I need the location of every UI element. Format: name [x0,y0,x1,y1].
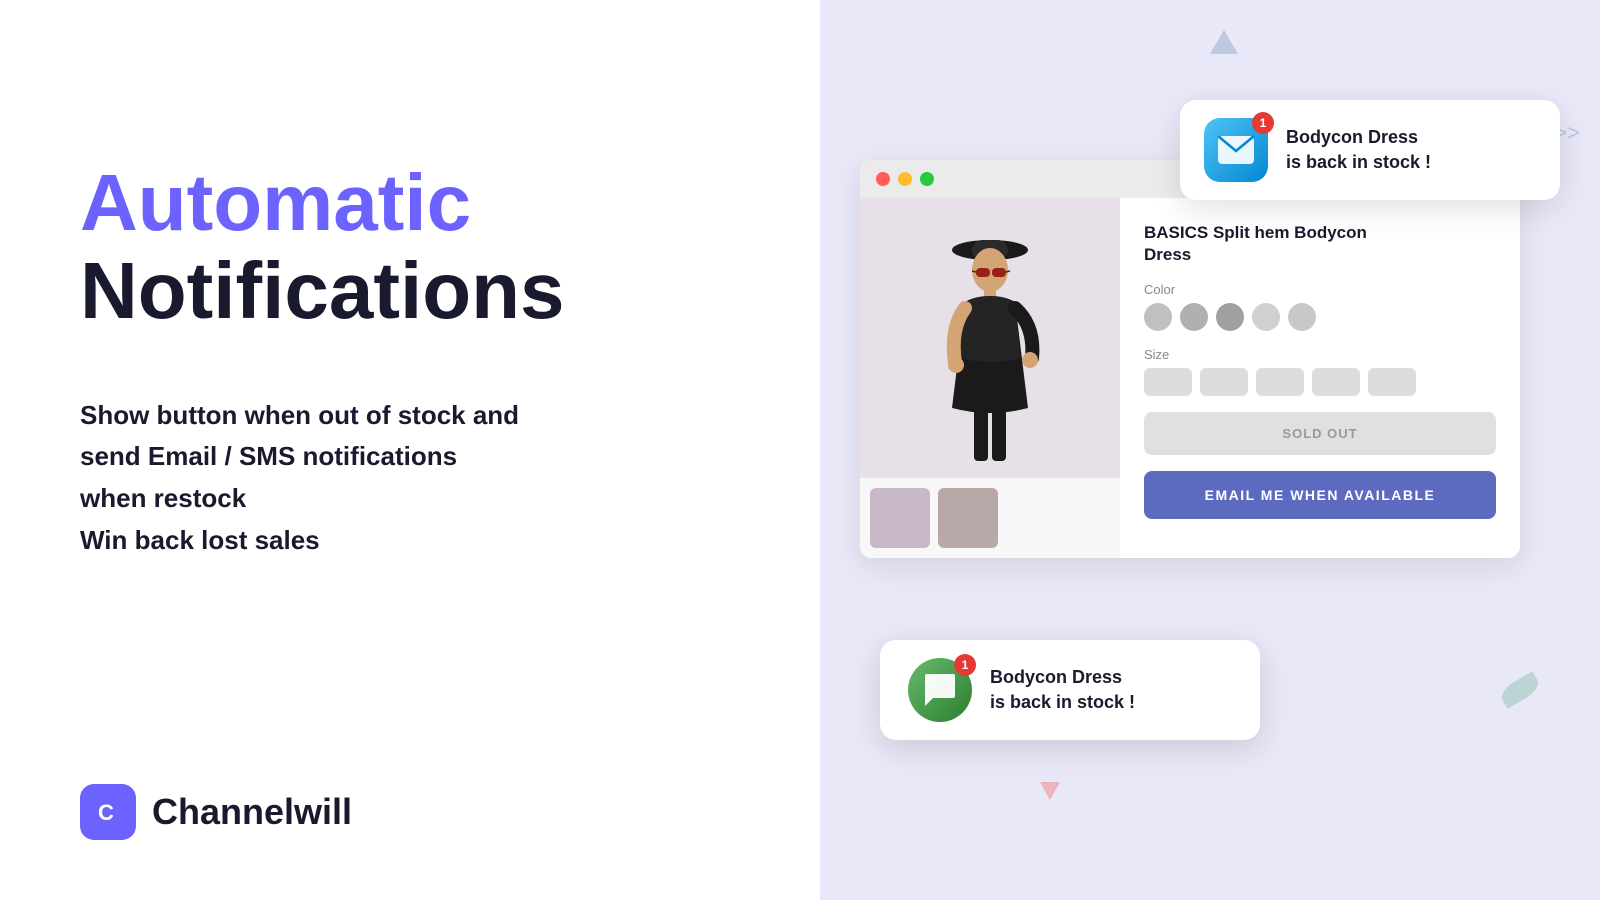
email-notification-card: 1 Bodycon Dress is back in stock ! [1180,100,1560,200]
size-xl[interactable] [1368,368,1416,396]
size-xs[interactable] [1144,368,1192,396]
deco-triangle-bottom [1040,782,1060,800]
swatch-5[interactable] [1288,303,1316,331]
browser-dot-yellow [898,172,912,186]
deco-leaf [1498,671,1543,708]
brand-icon: C [80,784,136,840]
right-panel: >> 1 Bodycon Dress is back in stock ! [820,0,1600,900]
sms-badge: 1 [954,654,976,676]
thumbnail-1[interactable] [870,488,930,548]
product-thumbnails [860,478,1120,558]
color-label: Color [1144,282,1496,297]
sms-icon [921,672,959,708]
product-title: BASICS Split hem Bodycon Dress [1144,222,1496,266]
description-block: Show button when out of stock and send E… [80,395,740,561]
channelwill-icon: C [90,794,126,830]
product-image-area [860,198,1120,558]
sold-out-button: SOLD OUT [1144,412,1496,455]
brand-logo: C Channelwill [80,784,352,840]
size-label: Size [1144,347,1496,362]
email-me-when-available-button[interactable]: EMAIL ME WHEN AVAILABLE [1144,471,1496,519]
email-icon [1217,135,1255,165]
product-details-area: BASICS Split hem Bodycon Dress Color Siz… [1120,198,1520,558]
browser-content: BASICS Split hem Bodycon Dress Color Siz… [860,198,1520,558]
product-main-image [860,198,1120,478]
swatch-1[interactable] [1144,303,1172,331]
browser-dot-red [876,172,890,186]
headline-notifications: Notifications [80,247,740,335]
brand-name-text: Channelwill [152,791,352,833]
svg-text:C: C [98,800,114,825]
sms-notification-card: 1 Bodycon Dress is back in stock ! [880,640,1260,740]
email-badge: 1 [1252,112,1274,134]
thumbnail-2[interactable] [938,488,998,548]
size-s[interactable] [1200,368,1248,396]
desc-line4: Win back lost sales [80,520,740,562]
color-section: Color [1144,282,1496,331]
size-l[interactable] [1312,368,1360,396]
swatch-2[interactable] [1180,303,1208,331]
browser-dot-green [920,172,934,186]
desc-line3: when restock [80,478,740,520]
size-section: Size [1144,347,1496,396]
left-panel: Automatic Notifications Show button when… [0,0,820,900]
size-m[interactable] [1256,368,1304,396]
deco-triangle-top [1210,30,1238,54]
email-notification-text: Bodycon Dress is back in stock ! [1286,125,1431,175]
sms-icon-wrapper: 1 [908,658,972,722]
color-swatches [1144,303,1496,331]
browser-mockup: BASICS Split hem Bodycon Dress Color Siz… [860,160,1520,558]
desc-line2: send Email / SMS notifications [80,436,740,478]
size-options [1144,368,1496,396]
swatch-4[interactable] [1252,303,1280,331]
desc-line1: Show button when out of stock and [80,395,740,437]
product-woman-figure [920,208,1060,468]
swatch-3[interactable] [1216,303,1244,331]
sms-notification-text: Bodycon Dress is back in stock ! [990,665,1135,715]
headline-automatic: Automatic [80,159,740,247]
email-icon-wrapper: 1 [1204,118,1268,182]
